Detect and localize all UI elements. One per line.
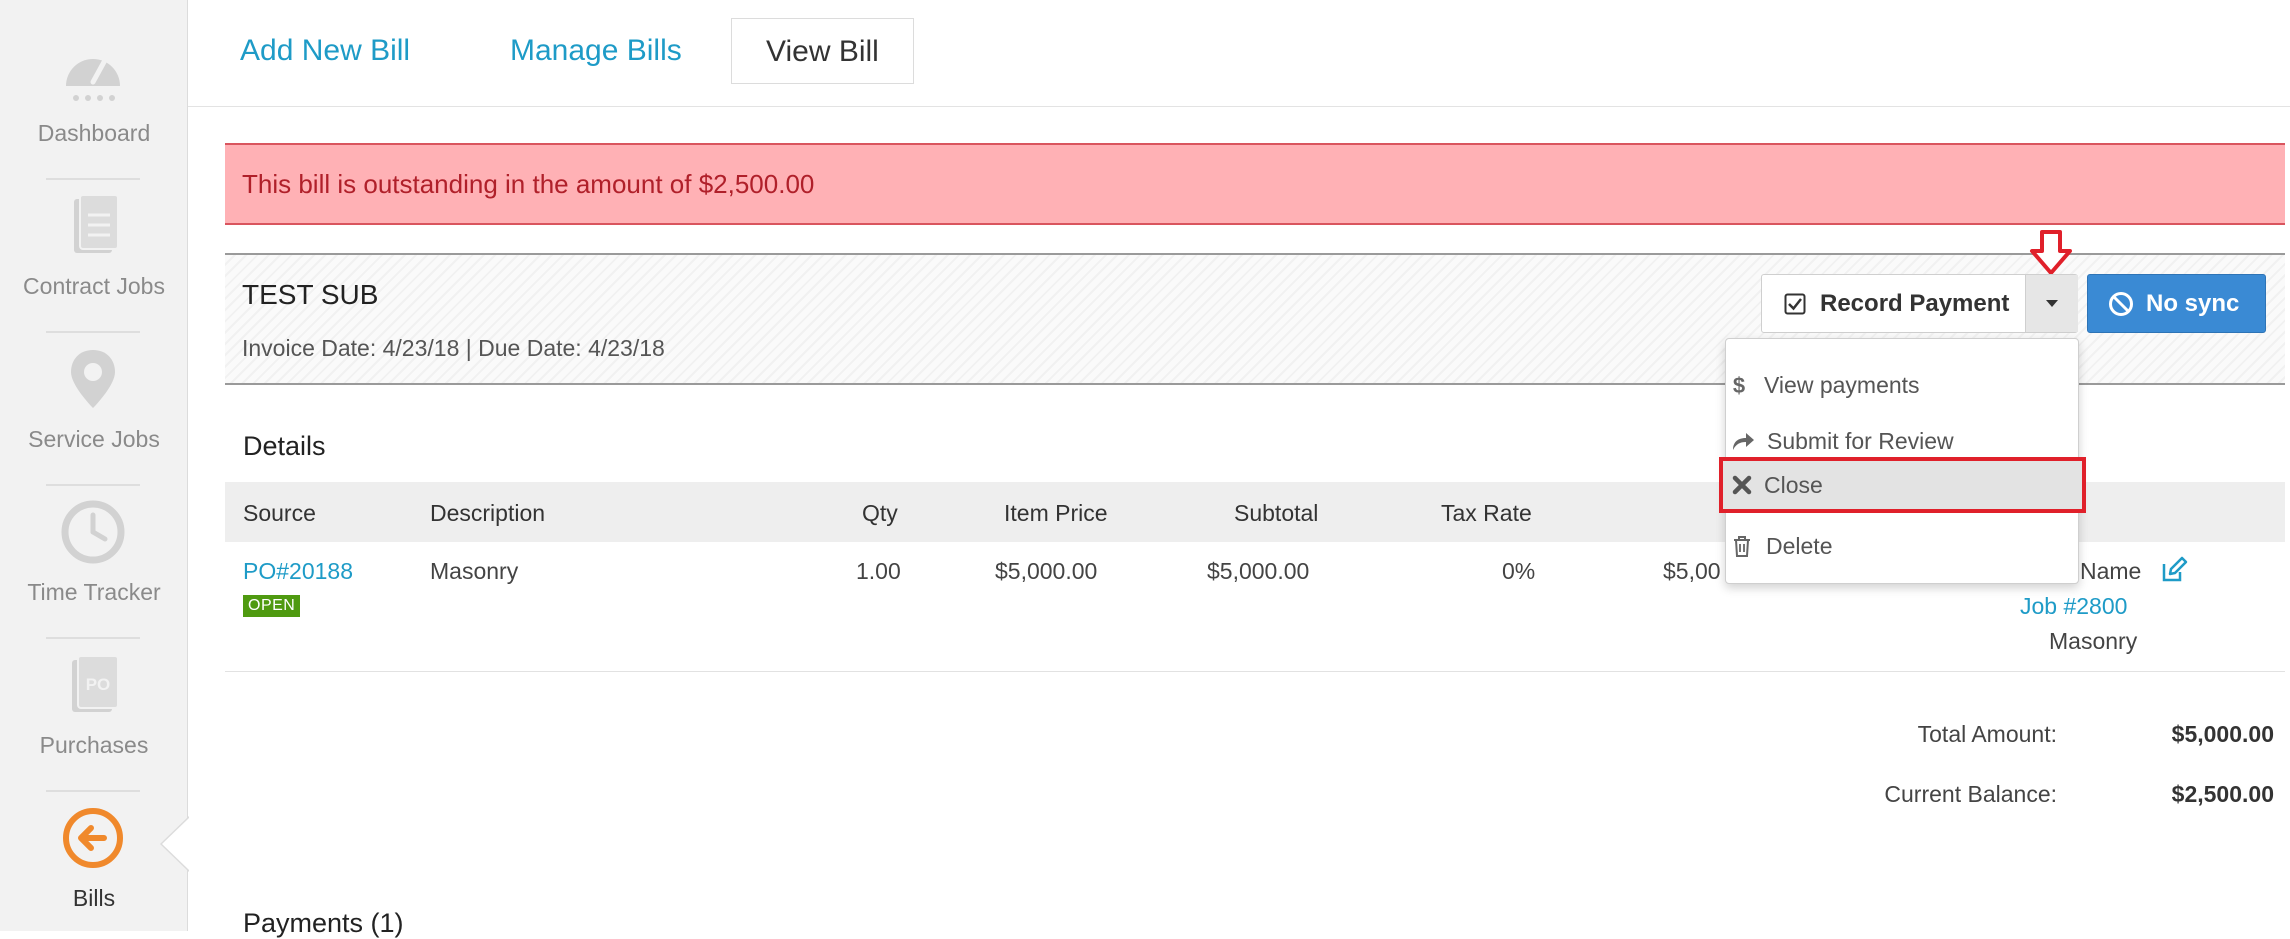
caret-down-icon	[2046, 300, 2058, 307]
sidebar-item-label: Bills	[72, 885, 116, 911]
menu-item-close[interactable]: Close	[1719, 457, 2086, 513]
source-link[interactable]: PO#20188	[243, 558, 353, 585]
no-sync-button[interactable]: No sync	[2087, 274, 2266, 333]
status-badge: OPEN	[243, 595, 301, 617]
record-payment-label: Record Payment	[1820, 290, 2010, 317]
arrow-left-circle-icon	[63, 808, 123, 868]
tab-view-bill[interactable]: View Bill	[731, 18, 914, 84]
vendor-name: TEST SUB	[242, 279, 379, 310]
item-description: Masonry	[430, 558, 519, 584]
job-description: Masonry	[2049, 628, 2138, 654]
total-amount-label: Total Amount:	[1917, 721, 2057, 747]
item-tax-rate: 0%	[1502, 558, 1536, 584]
record-payment-menu: $ View payments Submit for Review Close …	[1719, 338, 2086, 584]
column-header-item-price: Item Price	[1004, 500, 1108, 526]
sidebar-item-service-jobs[interactable]: Service Jobs	[0, 306, 188, 459]
sidebar-item-time-tracker[interactable]: Time Tracker	[0, 459, 188, 612]
payments-title: Payments (1)	[243, 908, 404, 938]
bill-dates: Invoice Date: 4/23/18 | Due Date: 4/23/1…	[242, 335, 665, 361]
record-payment-button[interactable]: Record Payment	[1762, 275, 2025, 332]
clock-icon	[61, 500, 125, 564]
column-header-tax-rate: Tax Rate	[1441, 500, 1532, 526]
sidebar-item-contract-jobs[interactable]: Contract Jobs	[0, 153, 188, 306]
tab-add-new-bill[interactable]: Add New Bill	[206, 18, 444, 84]
sidebar-item-dashboard[interactable]: Dashboard	[0, 0, 188, 153]
sidebar-item-label: Purchases	[39, 732, 149, 758]
sidebar: Dashboard Contract Jobs Service Jobs Tim…	[0, 0, 189, 931]
po-icon: PO	[72, 655, 119, 712]
svg-text:$: $	[1733, 374, 1745, 396]
item-total: $5,00	[1663, 558, 1721, 584]
outstanding-alert: This bill is outstanding in the amount o…	[225, 143, 2285, 225]
arrow-down-icon	[2030, 230, 2072, 275]
tab-manage-bills[interactable]: Manage Bills	[476, 18, 716, 84]
item-subtotal: $5,000.00	[1207, 558, 1310, 584]
details-title: Details	[243, 431, 326, 461]
dollar-icon: $	[1733, 374, 1745, 396]
x-icon	[1732, 475, 1752, 495]
sidebar-item-purchases[interactable]: PO Purchases	[0, 612, 188, 765]
column-header-description: Description	[430, 500, 546, 526]
current-balance-value: $2,500.00	[2171, 781, 2274, 807]
job-link[interactable]: Job #2800	[2020, 593, 2127, 620]
ban-icon	[2109, 292, 2133, 316]
item-qty: 1.00	[856, 558, 901, 584]
column-header-subtotal: Subtotal	[1234, 500, 1319, 526]
menu-item-delete[interactable]: Delete	[1726, 518, 2078, 574]
document-icon	[74, 194, 119, 253]
record-payment-dropdown-toggle[interactable]	[2025, 275, 2078, 332]
item-price: $5,000.00	[995, 558, 1098, 584]
map-pin-icon	[71, 350, 115, 408]
edit-icon[interactable]	[2160, 556, 2188, 584]
job-name-label: Name	[2080, 558, 2142, 584]
menu-item-label: Delete	[1766, 533, 1833, 559]
sidebar-item-label: Service Jobs	[28, 426, 160, 452]
active-indicator	[162, 818, 189, 870]
menu-item-label: Close	[1764, 472, 1823, 498]
menu-item-label: View payments	[1764, 372, 1920, 398]
menu-item-label: Submit for Review	[1767, 428, 1954, 454]
share-icon	[1733, 433, 1754, 450]
divider	[225, 671, 2285, 672]
sidebar-item-label: Time Tracker	[27, 579, 161, 605]
trash-icon	[1734, 536, 1750, 557]
no-sync-label: No sync	[2146, 290, 2240, 317]
sidebar-item-label: Dashboard	[37, 120, 151, 146]
sidebar-item-label: Contract Jobs	[23, 273, 165, 299]
column-header-qty: Qty	[862, 500, 898, 526]
current-balance-label: Current Balance:	[1884, 781, 2057, 807]
menu-item-view-payments[interactable]: $ View payments	[1726, 357, 2078, 413]
record-payment-group: Record Payment	[1761, 274, 2078, 333]
svg-text:PO: PO	[86, 675, 111, 694]
total-amount-value: $5,000.00	[2171, 721, 2274, 747]
gauge-icon	[66, 59, 120, 101]
checkbox-icon	[1784, 293, 1806, 315]
column-header-source: Source	[243, 500, 316, 526]
tab-bar: Add New Bill Manage Bills View Bill	[188, 0, 2290, 107]
